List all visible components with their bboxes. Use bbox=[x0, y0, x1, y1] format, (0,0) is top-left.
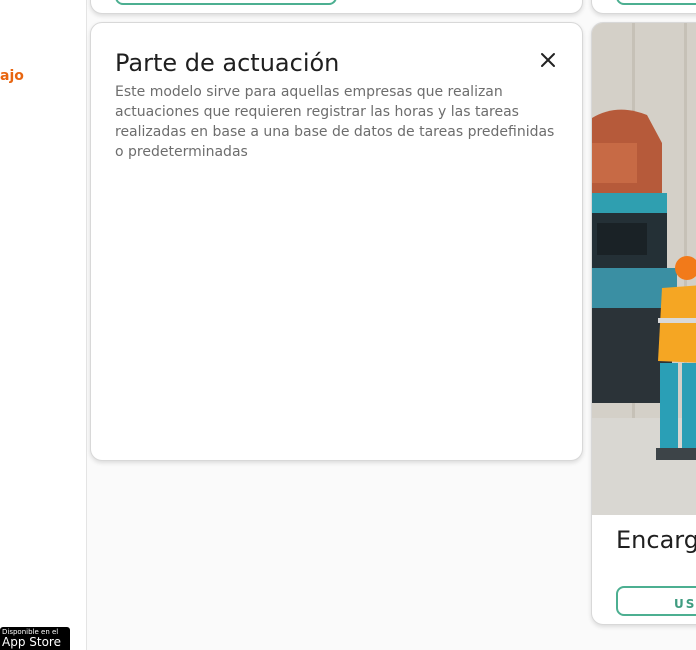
sidebar-link[interactable]: ajo bbox=[0, 68, 24, 84]
worker-photo bbox=[592, 23, 696, 515]
page: ajo Disponible en el App Store Parte de … bbox=[0, 0, 696, 650]
worker-photo-illustration bbox=[592, 23, 696, 515]
template-card-top-left bbox=[90, 0, 583, 14]
app-store-badge-label: App Store bbox=[2, 635, 61, 649]
sidebar: ajo Disponible en el App Store bbox=[0, 0, 87, 650]
card-title: Parte de actuación bbox=[115, 49, 340, 77]
close-button[interactable] bbox=[535, 47, 561, 73]
use-button-partial[interactable] bbox=[616, 0, 696, 5]
template-card-right: Encarg USA bbox=[591, 22, 696, 625]
template-card-top-right bbox=[591, 0, 696, 14]
app-store-badge[interactable]: Disponible en el App Store bbox=[0, 627, 70, 650]
card-title-truncated: Encarg bbox=[616, 526, 696, 554]
use-button-partial[interactable] bbox=[115, 0, 337, 5]
template-detail-card: Parte de actuación Este modelo sirve par… bbox=[90, 22, 583, 461]
use-template-button[interactable]: USA bbox=[616, 586, 696, 616]
card-description: Este modelo sirve para aquellas empresas… bbox=[115, 84, 555, 160]
close-icon bbox=[541, 53, 555, 67]
